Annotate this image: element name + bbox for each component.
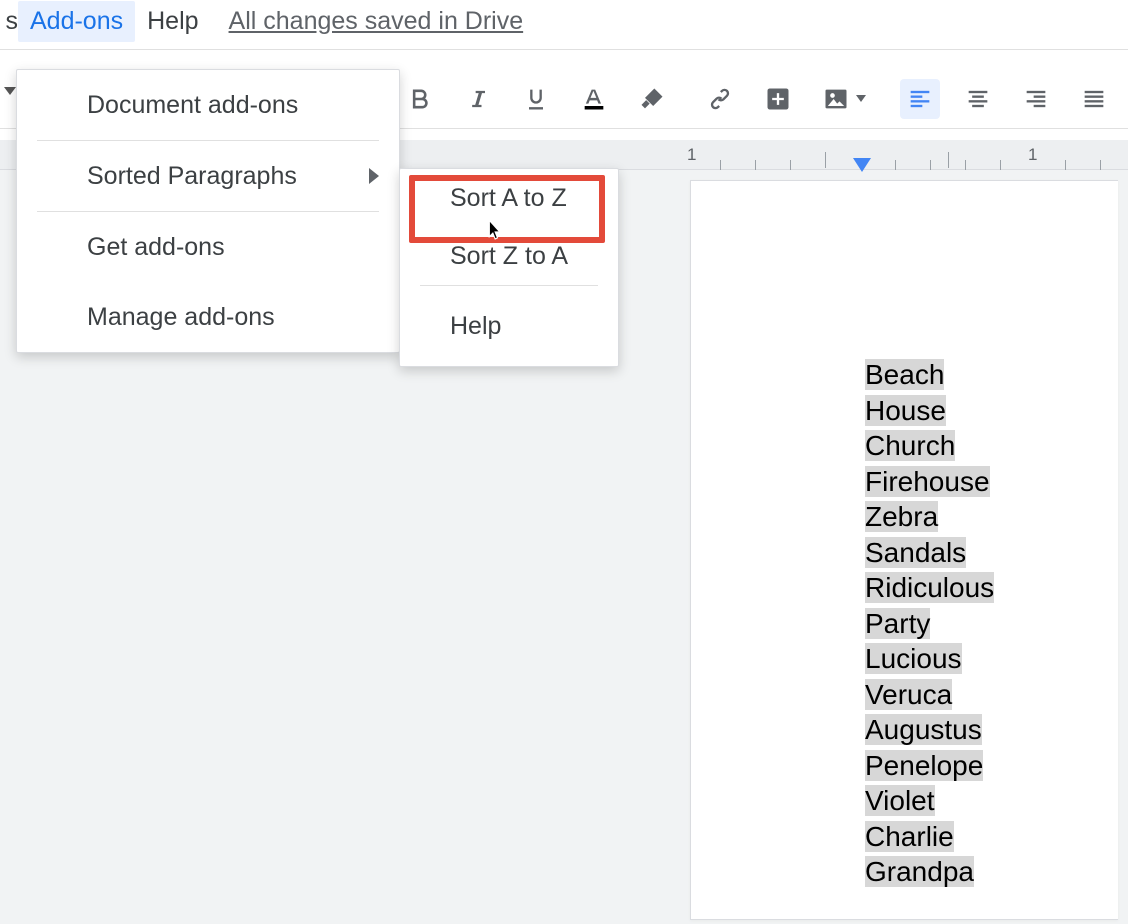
ruler-tick [1000, 160, 1001, 170]
highlight-button[interactable] [632, 79, 672, 119]
indent-marker-icon[interactable] [853, 158, 871, 172]
ruler-tick [825, 152, 826, 168]
underline-button[interactable] [516, 79, 556, 119]
toolbar-dropdown-caret-icon[interactable] [4, 87, 16, 95]
menubar-cut-char: s [0, 7, 18, 36]
selected-word[interactable]: Ridiculous [865, 572, 994, 603]
menu-addons[interactable]: Add-ons [18, 1, 135, 42]
align-left-button[interactable] [900, 79, 940, 119]
menubar: s Add-ons Help All changes saved in Driv… [0, 0, 1128, 42]
selected-word[interactable]: Sandals [865, 537, 966, 568]
ruler-tick [1100, 160, 1101, 170]
menu-manage-addons[interactable]: Manage add-ons [17, 282, 399, 352]
selected-word[interactable]: Church [865, 430, 955, 461]
menu-help[interactable]: Help [135, 1, 210, 42]
ruler-tick [948, 152, 949, 168]
align-center-button[interactable] [958, 79, 998, 119]
ruler-tick [930, 160, 931, 170]
addons-dropdown: Document add-ons Sorted Paragraphs Get a… [16, 69, 400, 353]
add-comment-button[interactable] [758, 79, 798, 119]
selected-word[interactable]: House [865, 395, 946, 426]
insert-link-button[interactable] [700, 79, 740, 119]
ruler-tick-number: 1 [1028, 145, 1037, 165]
menu-item-label: Document add-ons [87, 91, 298, 120]
selected-word[interactable]: Violet [865, 785, 935, 816]
bold-button[interactable] [400, 79, 440, 119]
selected-word[interactable]: Party [865, 608, 930, 639]
menu-document-addons[interactable]: Document add-ons [17, 70, 399, 140]
menubar-divider [0, 49, 1128, 50]
selected-word[interactable]: Veruca [865, 679, 952, 710]
chevron-down-icon [856, 95, 866, 102]
menu-get-addons[interactable]: Get add-ons [17, 212, 399, 282]
selected-word[interactable]: Augustus [865, 714, 982, 745]
ruler-tick [720, 160, 721, 170]
menu-item-label: Sorted Paragraphs [87, 162, 297, 191]
align-right-button[interactable] [1016, 79, 1056, 119]
insert-image-button[interactable] [816, 79, 872, 119]
menu-item-label: Sort Z to A [450, 242, 568, 271]
selected-word[interactable]: Zebra [865, 501, 938, 532]
submenu-sort-az[interactable]: Sort A to Z [400, 169, 618, 227]
text-color-button[interactable] [574, 79, 614, 119]
sorted-paragraphs-submenu: Sort A to Z Sort Z to A Help [399, 168, 619, 367]
ruler-tick [965, 160, 966, 170]
selected-word[interactable]: Firehouse [865, 466, 990, 497]
ruler-tick [790, 160, 791, 170]
selected-word[interactable]: Charlie [865, 821, 954, 852]
submenu-help[interactable]: Help [400, 286, 618, 366]
document-text[interactable]: Beach House Church Firehouse Zebra Sanda… [865, 357, 994, 890]
menu-item-label: Manage add-ons [87, 303, 275, 332]
menu-sorted-paragraphs[interactable]: Sorted Paragraphs [17, 141, 399, 211]
ruler-tick [1065, 160, 1066, 170]
selected-word[interactable]: Beach [865, 359, 944, 390]
ruler-tick [755, 160, 756, 170]
menu-item-label: Sort A to Z [450, 184, 567, 213]
selected-word[interactable]: Lucious [865, 643, 962, 674]
selected-word[interactable]: Grandpa [865, 856, 974, 887]
menu-item-label: Get add-ons [87, 233, 225, 262]
selected-word[interactable]: Penelope [865, 750, 983, 781]
menu-item-label: Help [450, 312, 501, 341]
submenu-arrow-icon [369, 168, 379, 184]
align-justify-button[interactable] [1074, 79, 1114, 119]
save-status[interactable]: All changes saved in Drive [229, 7, 524, 36]
submenu-sort-za[interactable]: Sort Z to A [400, 227, 618, 285]
italic-button[interactable] [458, 79, 498, 119]
ruler-tick-number: 1 [687, 145, 696, 165]
ruler-tick [895, 160, 896, 170]
